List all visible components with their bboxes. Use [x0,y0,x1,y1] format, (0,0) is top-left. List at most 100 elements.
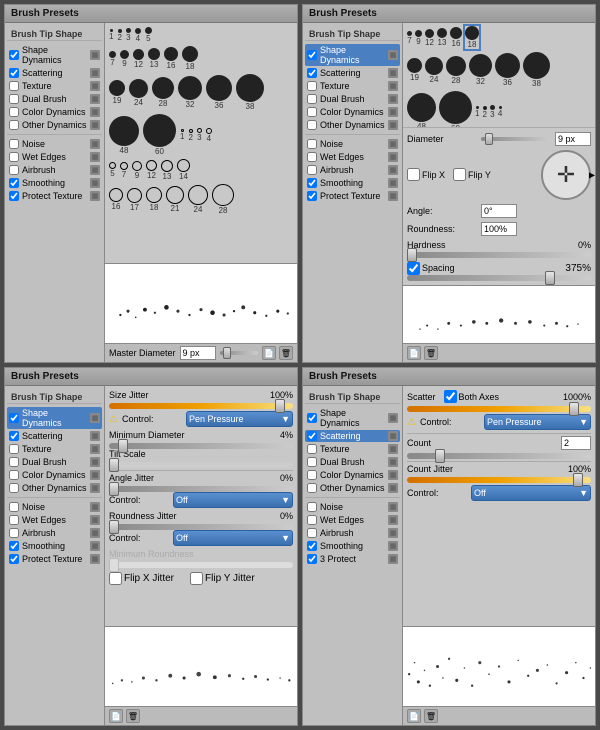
brush-cell-tr[interactable]: 7 [407,31,412,45]
off-select2[interactable]: Off ▼ [173,530,293,546]
brush-item-scattering-bl[interactable]: Scattering ▦ [7,430,102,442]
brush-cell[interactable]: 21 [166,186,184,213]
brush-item-color-dynamics-bl[interactable]: Color Dynamics ▦ [7,469,102,481]
brush-item-protect-texture[interactable]: Protect Texture ▦ [7,190,102,202]
brush-cell-tr[interactable]: 9 [415,30,422,46]
brush-item-wet-edges-bl[interactable]: Wet Edges ▦ [7,514,102,526]
brush-item-noise[interactable]: Noise ▦ [7,138,102,150]
count-jitter-thumb[interactable] [573,473,583,487]
flip-x-check[interactable] [407,168,420,181]
brush-cell[interactable]: 12 [146,160,157,180]
protect-texture-check-bl[interactable] [9,554,19,564]
brush-cell[interactable]: 4 [206,128,212,143]
brush-cell[interactable]: 14 [177,159,190,181]
brush-item-smoothing-br[interactable]: Smoothing ▦ [305,540,400,552]
brush-item-smoothing-tr[interactable]: Smoothing ▦ [305,177,400,189]
brush-cell[interactable]: 32 [178,76,202,109]
brush-item-wet-edges[interactable]: Wet Edges ▦ [7,151,102,163]
scattering-check-bl[interactable] [9,431,19,441]
brush-cell-tr2[interactable]: 32 [469,54,492,86]
brush-cell[interactable]: 16 [109,188,123,211]
noise-check-bl[interactable] [9,502,19,512]
brush-item-scattering[interactable]: Scattering ▦ [7,67,102,79]
dual-brush-check-tr[interactable] [307,94,317,104]
brush-item-other-dynamics-tr[interactable]: Other Dynamics ▦ [305,119,400,131]
airbrush-check-bl[interactable] [9,528,19,538]
brush-item-protect-texture-bl[interactable]: Protect Texture ▦ [7,553,102,565]
brush-cell[interactable]: 17 [127,188,142,212]
brush-cell-tr2[interactable]: 36 [495,53,520,87]
brush-cell[interactable]: 13 [148,48,160,69]
other-dynamics-check-bl[interactable] [9,483,19,493]
brush-item-texture-br[interactable]: Texture ▦ [305,443,400,455]
texture-check-tr[interactable] [307,81,317,91]
count-input[interactable] [561,436,591,450]
shape-dynamics-check-bl[interactable] [9,413,19,423]
brush-item-color-dynamics-tr[interactable]: Color Dynamics ▦ [305,106,400,118]
pen-pressure-select[interactable]: Pen Pressure ▼ [186,411,293,427]
pen-pressure-select-br[interactable]: Pen Pressure ▼ [484,414,591,430]
brush-cell[interactable]: 48 [109,116,139,155]
angle-input[interactable] [481,204,517,218]
brush-cell[interactable]: 1 [109,29,113,41]
brush-item-dual-brush-tr[interactable]: Dual Brush ▦ [305,93,400,105]
brush-item-airbrush[interactable]: Airbrush ▦ [7,164,102,176]
brush-cell[interactable]: 24 [129,79,148,107]
texture-check[interactable] [9,81,19,91]
brush-cell[interactable]: 2 [117,29,121,42]
dual-brush-check-br[interactable] [307,457,317,467]
airbrush-check-tr[interactable] [307,165,317,175]
new-brush-icon-br[interactable]: 📄 [407,709,421,723]
brush-cell-tr2[interactable]: 19 [407,58,422,82]
brush-item-dual-brush-br[interactable]: Dual Brush ▦ [305,456,400,468]
diameter-slider-thumb[interactable] [223,347,231,359]
diameter-slider-thumb-tr[interactable] [485,133,493,145]
brush-cell-tr[interactable]: 12 [425,29,434,47]
delete-brush-icon[interactable]: 🗑 [279,346,293,360]
brush-cell[interactable]: 7 [109,51,116,67]
angle-jitter-thumb[interactable] [109,482,119,496]
airbrush-check-br[interactable] [307,528,317,538]
smoothing-check-bl[interactable] [9,541,19,551]
master-diameter-input[interactable] [180,346,216,360]
brush-item-wet-edges-tr[interactable]: Wet Edges ▦ [305,151,400,163]
scattering-check[interactable] [9,68,19,78]
shape-dynamics-check[interactable] [9,50,19,60]
flip-x-jitter-check[interactable] [109,572,122,585]
dual-brush-check-bl[interactable] [9,457,19,467]
brush-item-airbrush-tr[interactable]: Airbrush ▦ [305,164,400,176]
roundness-input[interactable] [481,222,517,236]
brush-cell-tr3[interactable]: 1 [475,106,479,118]
brush-item-wet-edges-br[interactable]: Wet Edges ▦ [305,514,400,526]
flip-y-check[interactable] [453,168,466,181]
tilt-scale-thumb[interactable] [109,458,119,472]
brush-item-protect-texture-br[interactable]: 3 Protect ▦ [305,553,400,565]
brush-item-texture-tr[interactable]: Texture ▦ [305,80,400,92]
brush-cell[interactable]: 4 [135,28,141,43]
brush-item-noise-br[interactable]: Noise ▦ [305,501,400,513]
brush-item-other-dynamics-bl[interactable]: Other Dynamics ▦ [7,482,102,494]
wet-edges-check-br[interactable] [307,515,317,525]
brush-cell[interactable]: 12 [133,49,144,69]
noise-check-tr[interactable] [307,139,317,149]
brush-cell-tr2[interactable]: 28 [446,56,466,85]
brush-item-smoothing[interactable]: Smoothing ▦ [7,177,102,189]
scattering-check-tr[interactable] [307,68,317,78]
other-dynamics-check[interactable] [9,120,19,130]
brush-cell[interactable]: 5 [145,27,152,43]
other-dynamics-check-tr[interactable] [307,120,317,130]
off-select1[interactable]: Off ▼ [173,492,293,508]
brush-cell-tr3[interactable]: 2 [482,106,486,119]
new-brush-icon[interactable]: 📄 [262,346,276,360]
color-dynamics-check-br[interactable] [307,470,317,480]
dual-brush-check[interactable] [9,94,19,104]
smoothing-check-br[interactable] [307,541,317,551]
brush-item-noise-tr[interactable]: Noise ▦ [305,138,400,150]
brush-cell-tr[interactable]: 13 [437,28,447,47]
new-brush-icon-bl[interactable]: 📄 [109,709,123,723]
brush-item-dual-brush[interactable]: Dual Brush ▦ [7,93,102,105]
brush-cell-tr-selected[interactable]: 18 [465,26,479,49]
brush-item-shape-dynamics-bl[interactable]: Shape Dynamics ▦ [7,407,102,429]
off-select-br[interactable]: Off ▼ [471,485,591,501]
brush-item-shape-dynamics[interactable]: Shape Dynamics ▦ [7,44,102,66]
